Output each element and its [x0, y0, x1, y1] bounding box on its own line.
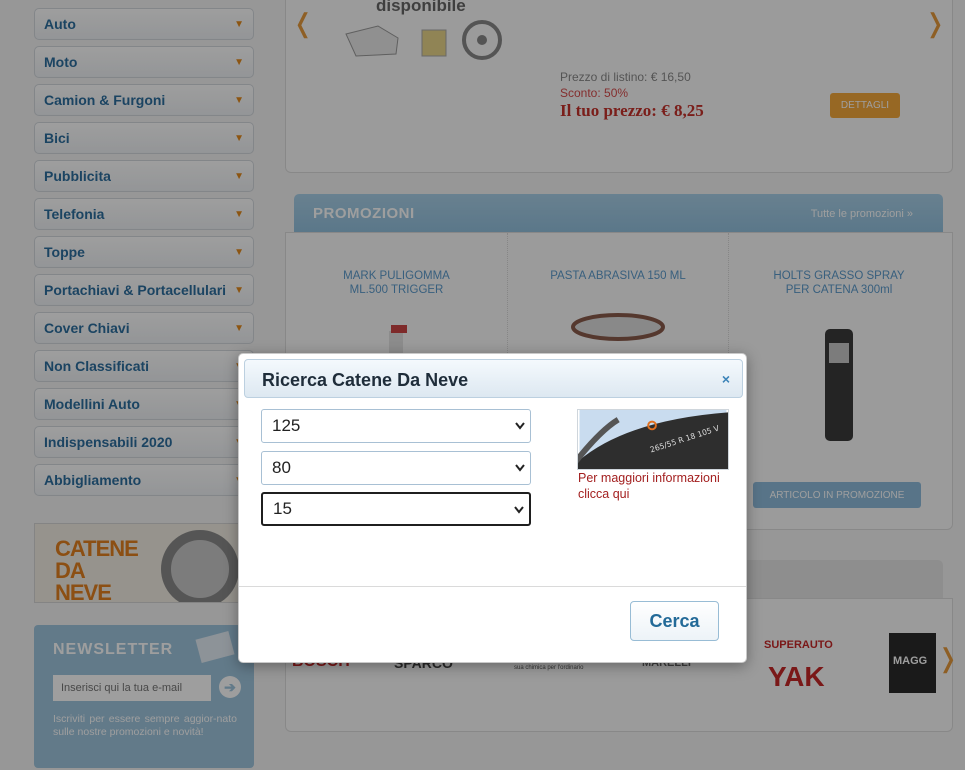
close-icon[interactable]: × — [722, 371, 730, 387]
chevron-down-icon — [514, 506, 524, 514]
chevron-down-icon — [515, 464, 525, 472]
dialog-footer-divider — [239, 586, 746, 587]
select-value: 125 — [272, 416, 301, 435]
dialog-title: Ricerca Catene Da Neve — [262, 370, 469, 390]
select-value: 80 — [272, 458, 291, 477]
tyre-size-image[interactable]: 265/55 R 18 105 V — [577, 409, 729, 470]
dialog-titlebar: Ricerca Catene Da Neve × — [244, 359, 743, 398]
rim-diameter-select[interactable]: 15 — [261, 492, 531, 526]
more-info-link[interactable]: Per maggiori informazioni clicca qui — [578, 470, 738, 502]
chevron-down-icon — [515, 422, 525, 430]
snow-chains-search-dialog: Ricerca Catene Da Neve × 125 80 15 265/5… — [238, 353, 747, 663]
tyre-ratio-select[interactable]: 80 — [261, 451, 531, 485]
search-button[interactable]: Cerca — [630, 601, 719, 641]
tyre-width-select[interactable]: 125 — [261, 409, 531, 443]
select-value: 15 — [273, 499, 292, 518]
